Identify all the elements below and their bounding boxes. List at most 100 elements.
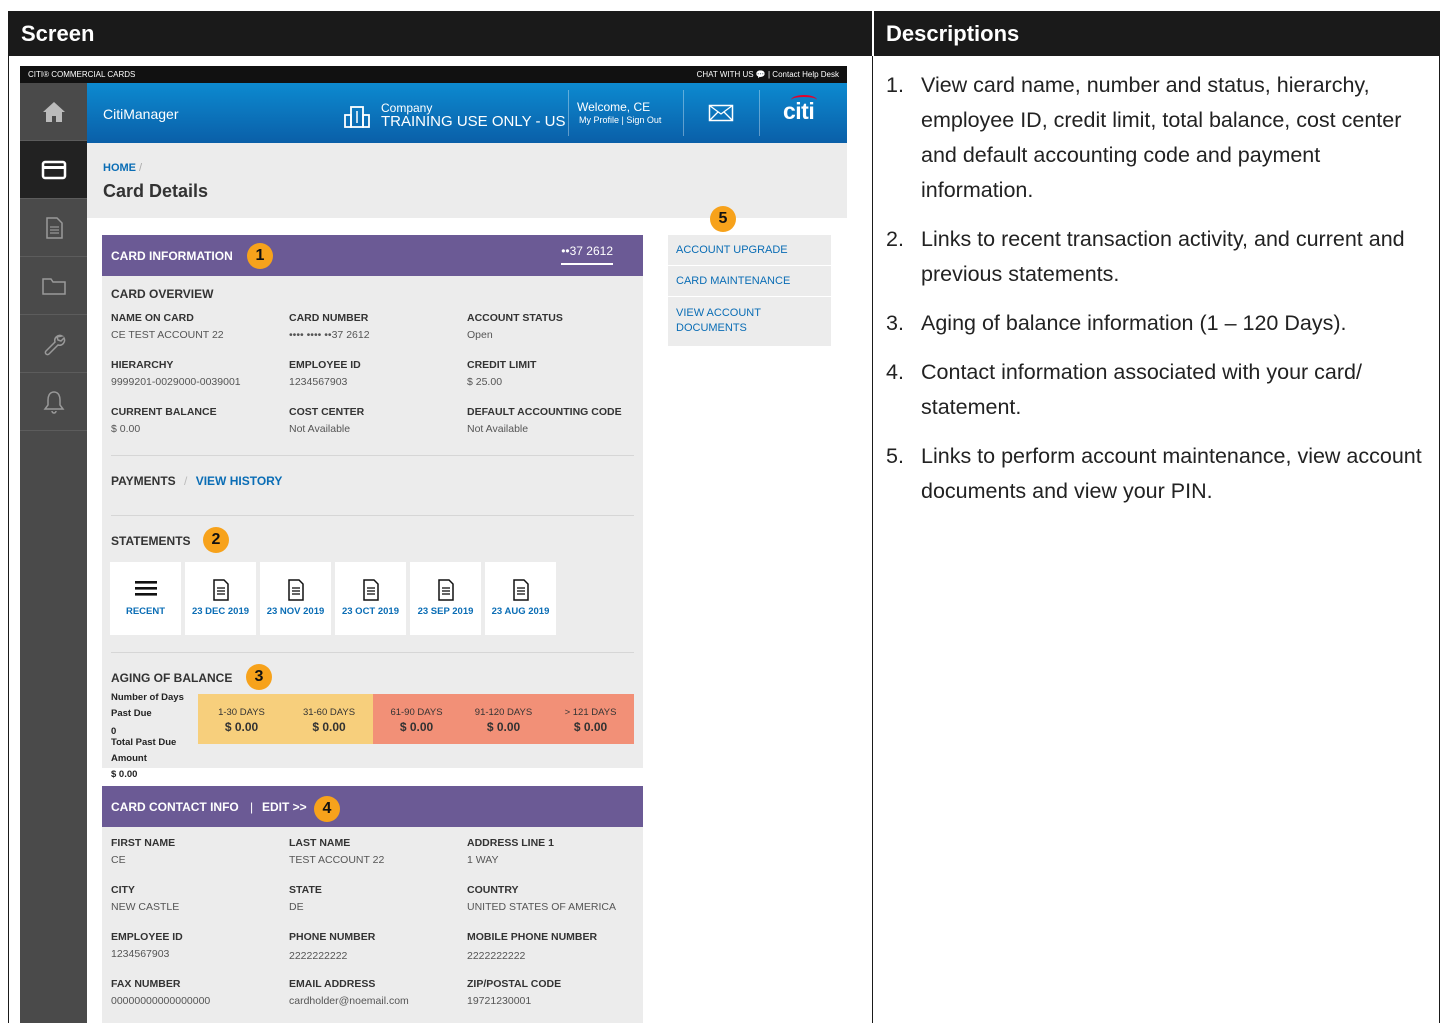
payments-row: PAYMENTS / VIEW HISTORY [111, 474, 282, 488]
card-maintenance-link[interactable]: CARD MAINTENANCE [668, 266, 831, 297]
sidebar-fill [20, 683, 87, 1023]
total-past-due-label: Total Past Due [111, 737, 177, 748]
field-value: TEST ACCOUNT 22 [289, 854, 385, 866]
document-icon [45, 216, 63, 239]
contact-separator: | [250, 800, 254, 814]
contact-info-title: CARD CONTACT INFO [111, 800, 239, 814]
frame-divider-right [1439, 56, 1440, 1023]
view-account-documents-link[interactable]: VIEW ACCOUNT DOCUMENTS [668, 297, 831, 346]
aging-bucket-value: $ 0.00 [573, 720, 608, 734]
field-label: ACCOUNT STATUS [467, 312, 563, 324]
field-value: DE [289, 901, 304, 913]
card-selector[interactable]: ••37 2612 [561, 244, 613, 265]
statement-label: 23 AUG 2019 [491, 606, 550, 617]
sidebar-item-alerts[interactable] [20, 373, 87, 431]
field-value: 1 WAY [467, 854, 499, 866]
citi-logo: citi [783, 98, 815, 124]
field-value: •••• •••• ••37 2612 [289, 329, 370, 341]
help-links[interactable]: CHAT WITH US 💬 | Contact Help Desk [697, 70, 839, 79]
aging-bucket-label: > 121 DAYS [564, 707, 617, 718]
company-name[interactable]: TRAINING USE ONLY - US [381, 113, 565, 130]
field-label: FIRST NAME [111, 837, 176, 849]
screen-heading: Screen [8, 11, 872, 56]
breadcrumb-separator: / [136, 162, 143, 174]
mail-icon[interactable] [708, 104, 734, 122]
statement-item[interactable]: 23 NOV 2019 [260, 562, 331, 635]
amount-value: $ 0.00 [111, 769, 138, 780]
sign-out-link[interactable]: | Sign Out [622, 115, 662, 125]
aging-bucket-value: $ 0.00 [224, 720, 259, 734]
description-text: Aging of balance information (1 – 120 Da… [921, 311, 1347, 335]
field-label: ADDRESS LINE 1 [467, 837, 554, 849]
document-icon [362, 579, 379, 601]
field-value: CE [111, 854, 126, 866]
banner-divider [759, 90, 760, 136]
frame-divider-left [8, 56, 9, 1023]
description-item: 5. Links to perform account maintenance, … [886, 439, 1434, 509]
field-label: PHONE NUMBER [289, 931, 376, 943]
account-upgrade-link[interactable]: ACCOUNT UPGRADE [668, 235, 831, 266]
aging-summary: Number of Days Past Due 0 Total Past Due… [111, 690, 184, 783]
aging-bucket-label: 91-120 DAYS [474, 707, 533, 718]
field-label: EMPLOYEE ID [111, 931, 183, 943]
card-information-title: CARD INFORMATION [111, 249, 233, 263]
page-header: HOME / Card Details [87, 143, 847, 218]
statement-item[interactable]: 23 SEP 2019 [410, 562, 481, 635]
aging-bucket-value: $ 0.00 [486, 720, 521, 734]
field-value: 1234567903 [289, 376, 348, 388]
field-value: $ 25.00 [467, 376, 503, 388]
card-overview-title: CARD OVERVIEW [111, 287, 214, 301]
home-icon [42, 101, 65, 122]
field-value: 9999201-0029000-0039001 [111, 376, 241, 388]
app-name[interactable]: CitiManager [103, 106, 178, 122]
building-icon [344, 106, 370, 128]
field-label: MOBILE PHONE NUMBER [467, 931, 598, 943]
aging-title: AGING OF BALANCE [111, 671, 233, 685]
description-item: 1. View card name, number and status, hie… [886, 68, 1434, 208]
section-divider [111, 455, 634, 456]
payments-label: PAYMENTS [111, 474, 176, 488]
statement-item[interactable]: 23 AUG 2019 [485, 562, 556, 635]
field-value: Not Available [289, 423, 351, 435]
past-due-label: Past Due [111, 708, 152, 719]
field-label: CARD NUMBER [289, 312, 369, 324]
statement-recent[interactable]: RECENT [110, 562, 181, 635]
sidebar-item-folders[interactable] [20, 257, 87, 315]
descriptions-list: 1. View card name, number and status, hie… [886, 68, 1434, 523]
field-value: CE TEST ACCOUNT 22 [111, 329, 224, 341]
statement-item[interactable]: 23 OCT 2019 [335, 562, 406, 635]
my-profile-link[interactable]: My Profile [579, 115, 619, 125]
menu-icon [134, 581, 157, 596]
payments-separator: / [184, 474, 188, 488]
description-text: Links to perform account maintenance, vi… [921, 444, 1422, 503]
field-value: NEW CASTLE [111, 901, 180, 913]
bell-icon [43, 390, 64, 414]
field-label: ZIP/POSTAL CODE [467, 978, 562, 990]
description-number: 4. [886, 360, 904, 384]
field-value: 1234567903 [111, 948, 170, 960]
callout-badge-1: 1 [247, 243, 273, 269]
page-title: Card Details [103, 181, 209, 201]
aging-bucket-label: 61-90 DAYS [390, 707, 443, 718]
sidebar-item-tools[interactable] [20, 315, 87, 373]
aging-bucket-label: 1-30 DAYS [218, 707, 265, 718]
description-text: Contact information associated with your… [921, 360, 1362, 419]
sidebar-item-documents[interactable] [20, 199, 87, 257]
callout-badge-5: 5 [710, 206, 736, 232]
field-label: FAX NUMBER [111, 978, 181, 990]
document-icon [512, 579, 529, 601]
callout-badge-4: 4 [314, 796, 340, 822]
callout-badge-2: 2 [203, 527, 229, 553]
statement-label: 23 SEP 2019 [417, 606, 474, 617]
sidebar-item-home[interactable] [20, 83, 87, 141]
banner-divider [683, 90, 684, 136]
sidebar-item-cards[interactable] [20, 141, 87, 199]
description-item: 3. Aging of balance information (1 – 120 … [886, 306, 1434, 341]
aging-bucket-value: $ 0.00 [312, 720, 346, 734]
card-icon [41, 160, 66, 179]
statement-item[interactable]: 23 DEC 2019 [185, 562, 256, 635]
breadcrumb-home-link[interactable]: HOME [103, 162, 136, 174]
description-item: 4. Contact information associated with yo… [886, 355, 1434, 425]
edit-contact-link[interactable]: EDIT >> [262, 800, 307, 814]
view-history-link[interactable]: VIEW HISTORY [196, 474, 283, 488]
